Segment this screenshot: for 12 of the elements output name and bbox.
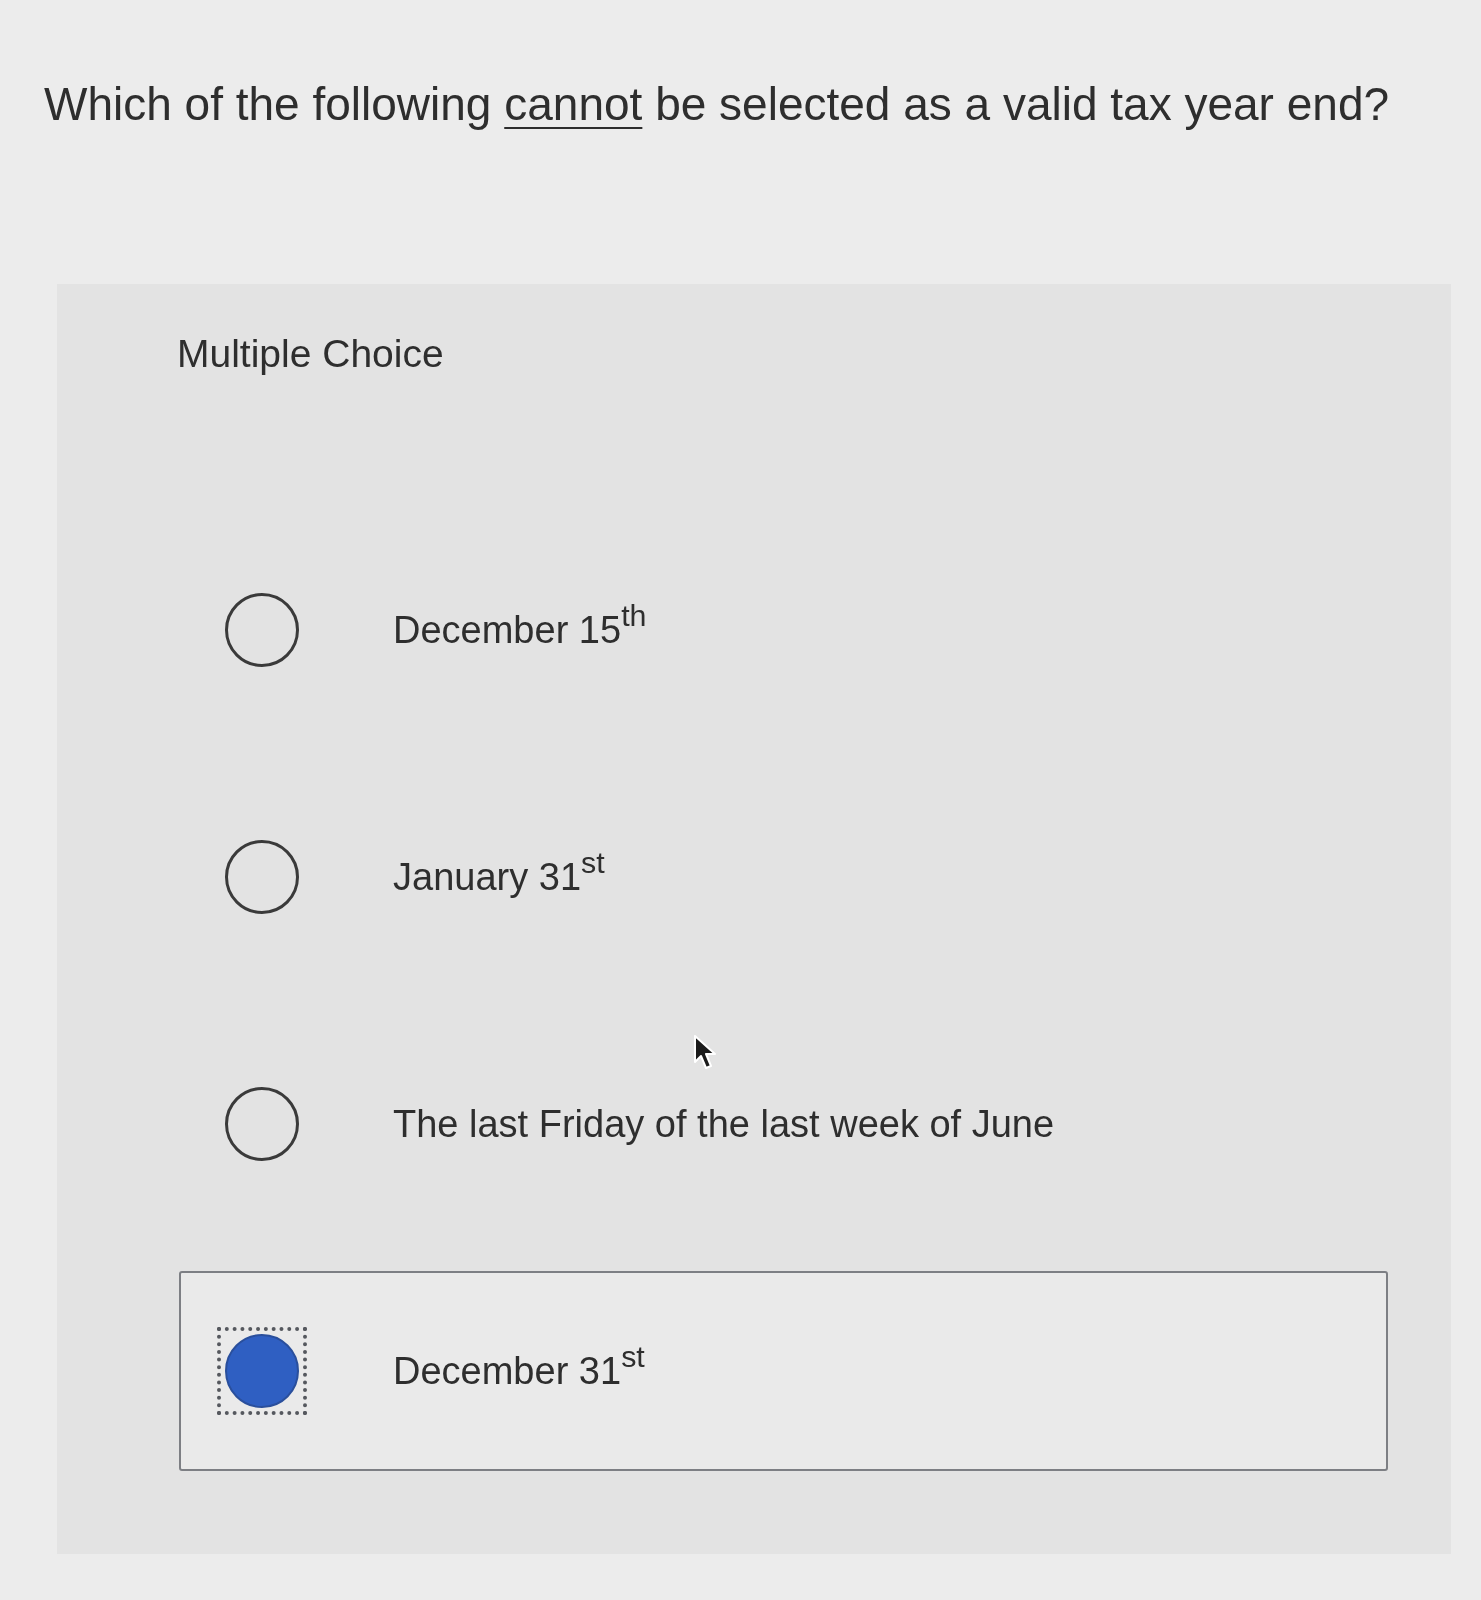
selected-answer-box[interactable]: December 31$^{st}$: [179, 1271, 1388, 1471]
mouse-pointer-icon: [693, 1034, 719, 1072]
question-text: Which of the following cannot be selected as a valid tax year end?: [44, 77, 1390, 132]
radio-button[interactable]: [223, 591, 301, 669]
radio-button[interactable]: [223, 838, 301, 916]
option-label: December 15$^{th}$: [393, 604, 647, 653]
radio-button[interactable]: [217, 1327, 307, 1415]
option-label: January 31$^{st}$: [393, 851, 605, 900]
option-label: December 31$^{st}$: [393, 1345, 645, 1394]
radio-button[interactable]: [223, 1085, 301, 1163]
question-type-label: Multiple Choice: [177, 331, 444, 377]
option-label: The last Friday of the last week of June: [393, 1102, 1055, 1147]
